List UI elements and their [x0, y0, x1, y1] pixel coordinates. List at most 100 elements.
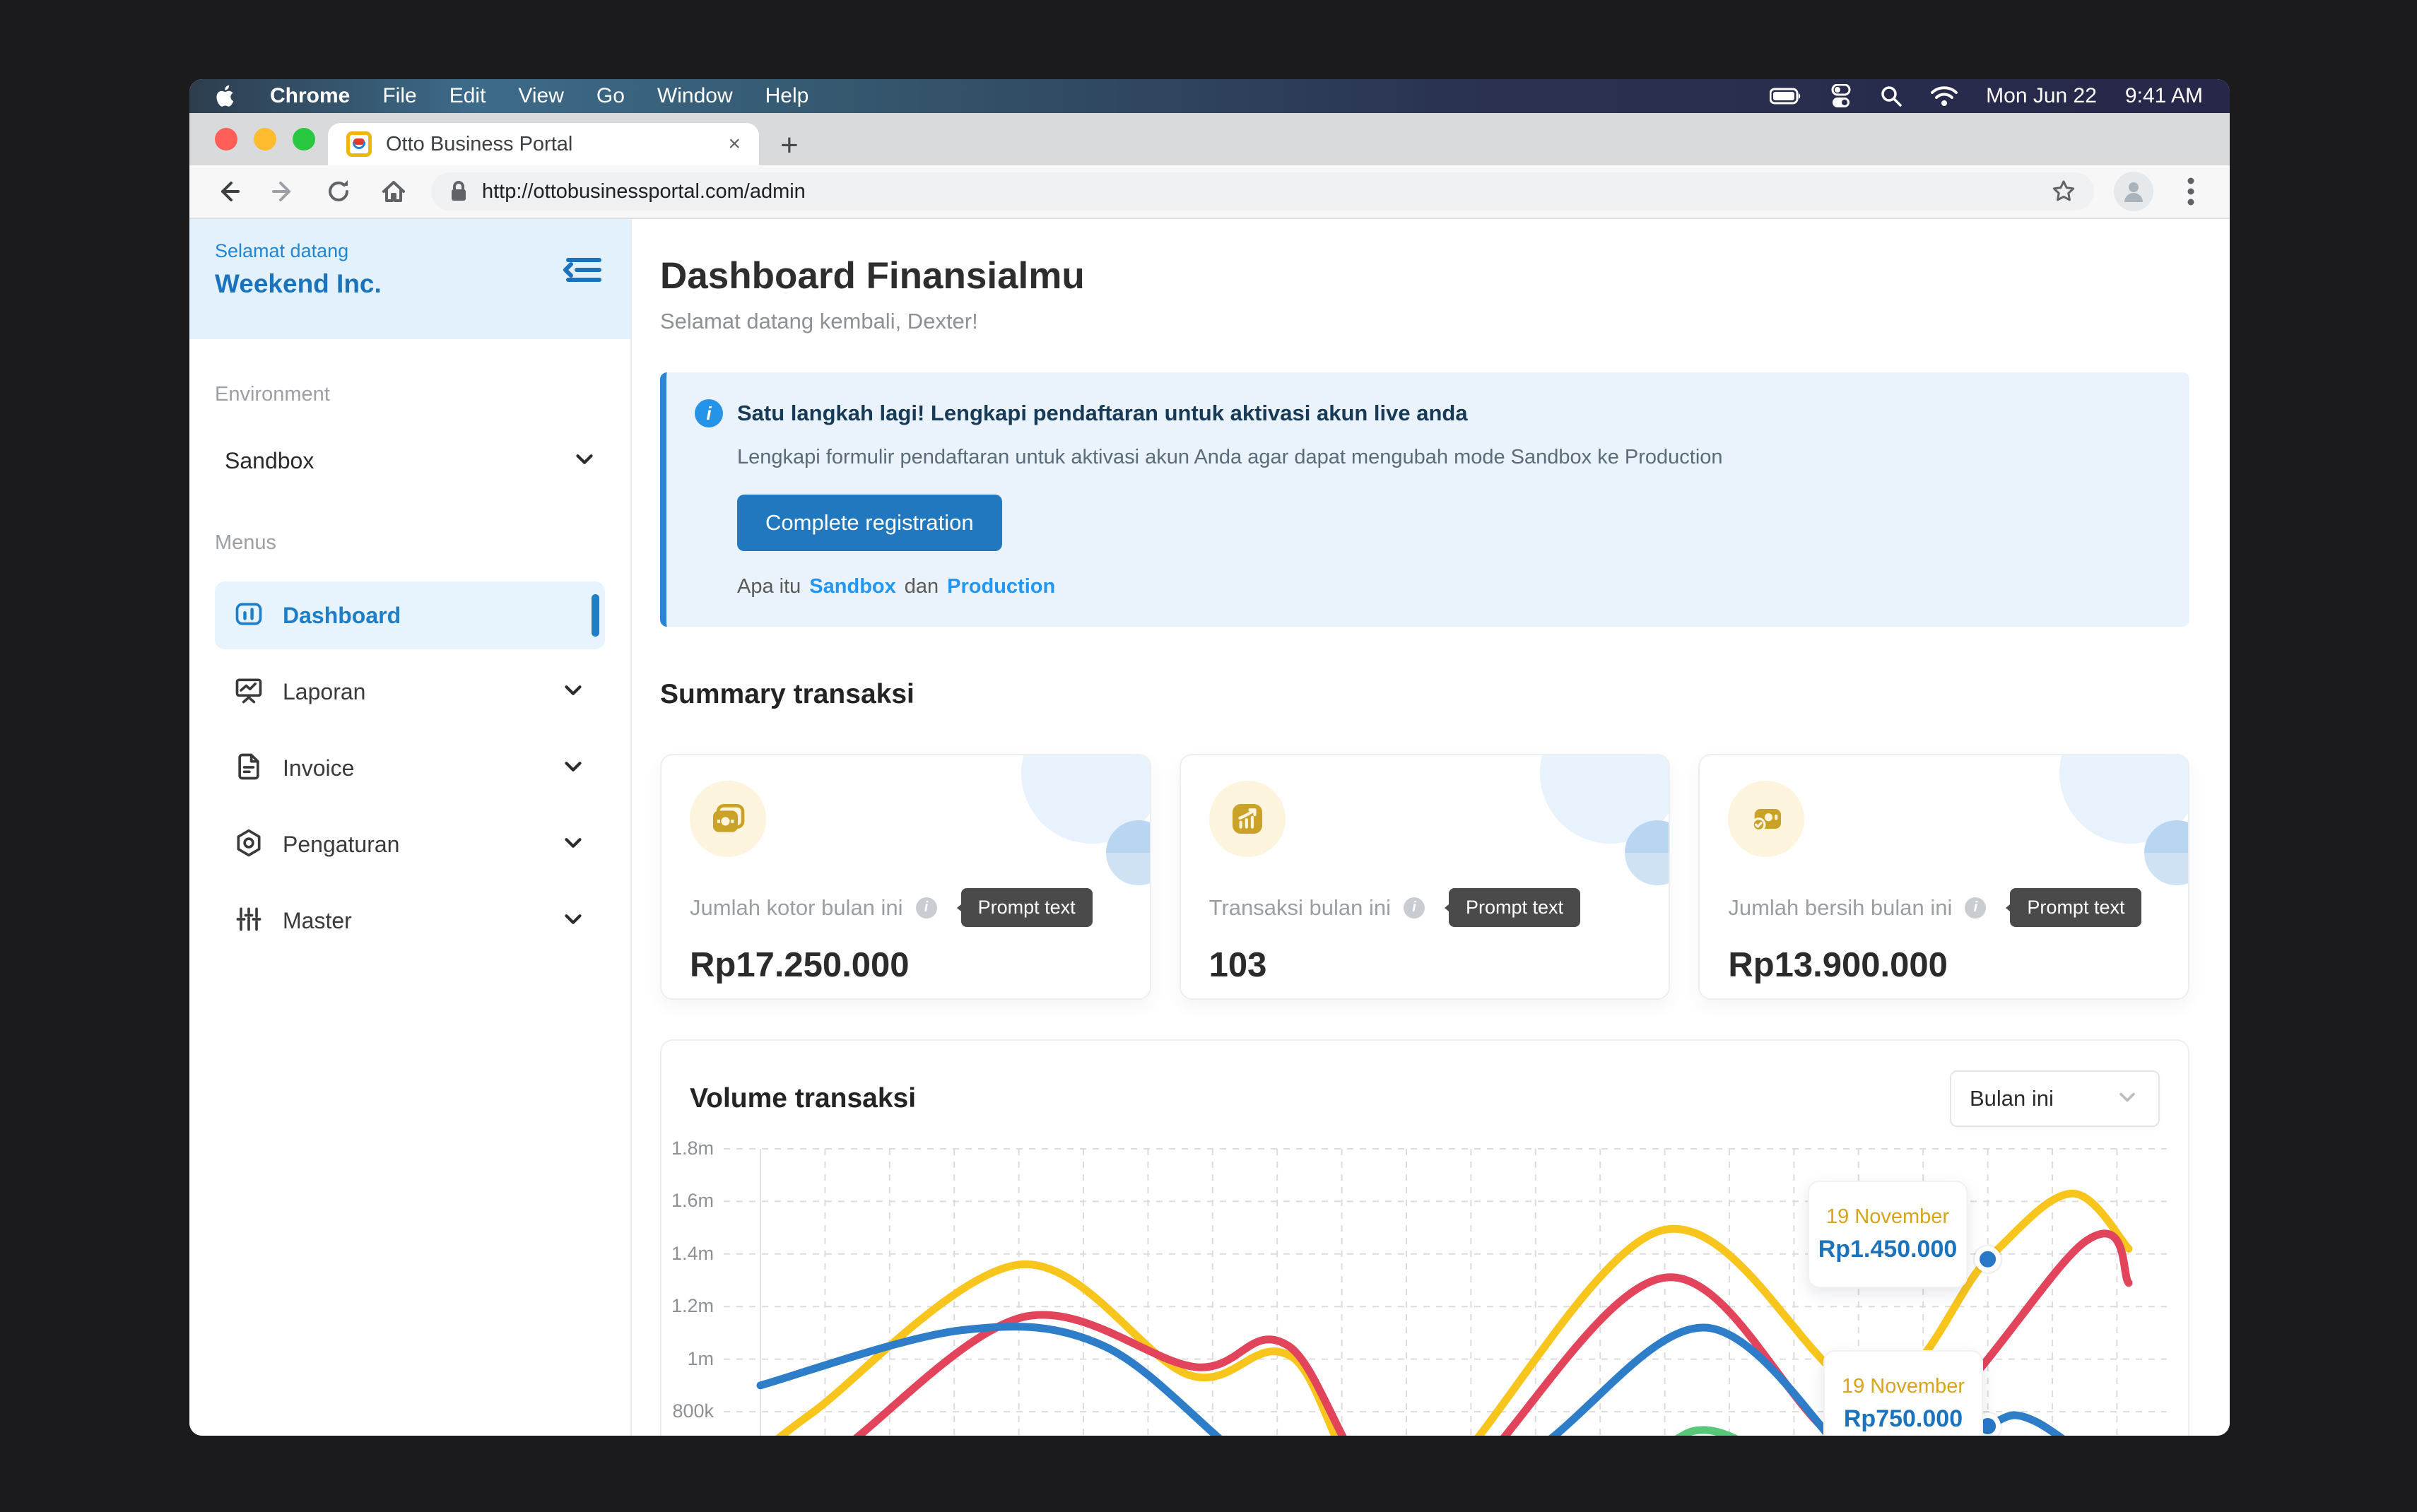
- master-icon: [233, 904, 264, 938]
- production-link[interactable]: Production: [947, 575, 1055, 598]
- menu-view[interactable]: View: [518, 84, 563, 108]
- lock-icon: [449, 180, 468, 203]
- tab-close-icon[interactable]: ×: [728, 132, 741, 156]
- y-tick-label: 1.2m: [661, 1295, 714, 1317]
- menu-go[interactable]: Go: [596, 84, 625, 108]
- main-content: Dashboard Finansialmu Selamat datang kem…: [632, 219, 2230, 1436]
- tooltip-value: Rp1.450.000: [1818, 1236, 1958, 1263]
- tooltip-date: 19 November: [1826, 1205, 1949, 1229]
- card-value: 103: [1209, 945, 1641, 985]
- macos-menu-bar: Chrome File Edit View Go Window Help: [189, 79, 2230, 113]
- active-indicator: [592, 594, 599, 637]
- y-tick-label: 1.6m: [661, 1190, 714, 1212]
- reload-icon[interactable]: [321, 174, 356, 209]
- browser-tab[interactable]: Otto Business Portal ×: [328, 123, 759, 165]
- chevron-down-icon: [571, 446, 598, 476]
- menu-edit[interactable]: Edit: [449, 84, 486, 108]
- sidebar-item-invoice[interactable]: Invoice: [215, 734, 605, 802]
- dashboard-icon: [233, 598, 264, 633]
- chart-tooltip: 19 November Rp1.450.000: [1808, 1181, 1968, 1288]
- y-tick-label: 1.4m: [661, 1243, 714, 1265]
- period-dropdown[interactable]: Bulan ini: [1950, 1070, 2160, 1127]
- banknote-icon: [690, 781, 766, 857]
- y-axis-labels: 1.8m1.6m1.4m1.2m1m800k600k: [661, 1041, 714, 1436]
- tooltip-date: 19 November: [1842, 1375, 1965, 1398]
- summary-heading: Summary transaksi: [660, 679, 2189, 710]
- y-tick-label: 800k: [661, 1400, 714, 1422]
- back-icon[interactable]: [211, 174, 246, 209]
- banner-footnote-prefix: Apa itu: [737, 575, 801, 598]
- summary-card-gross: Jumlah kotor bulan ini i Prompt text Rp1…: [660, 754, 1151, 1000]
- sidebar-item-dashboard[interactable]: Dashboard: [215, 581, 605, 649]
- home-icon[interactable]: [376, 174, 411, 209]
- search-icon[interactable]: [1880, 85, 1903, 107]
- sidebar-item-label: Pengaturan: [283, 832, 541, 858]
- sidebar-item-label: Dashboard: [283, 603, 587, 629]
- chevron-down-icon: [560, 677, 587, 707]
- complete-registration-button[interactable]: Complete registration: [737, 495, 1002, 551]
- minimize-window-button[interactable]: [254, 128, 276, 150]
- url-text[interactable]: http://ottobusinessportal.com/admin: [482, 180, 2037, 203]
- apple-logo-icon[interactable]: [216, 84, 237, 108]
- info-icon: i: [695, 399, 723, 427]
- wifi-icon[interactable]: [1931, 85, 1958, 107]
- money-check-icon: [1728, 781, 1804, 857]
- control-center-icon[interactable]: [1830, 84, 1852, 108]
- new-tab-button[interactable]: +: [780, 130, 799, 161]
- profile-avatar-icon[interactable]: [2114, 172, 2153, 211]
- prompt-tooltip: Prompt text: [2010, 888, 2141, 927]
- chevron-down-icon: [560, 753, 587, 784]
- collapse-sidebar-icon[interactable]: [563, 253, 602, 290]
- page-title: Dashboard Finansialmu: [660, 254, 2189, 297]
- info-icon[interactable]: i: [1965, 897, 1986, 919]
- invoice-icon: [233, 751, 264, 786]
- chevron-down-icon: [2115, 1085, 2140, 1114]
- menus-label: Menus: [215, 531, 605, 555]
- sidebar-header: Selamat datang Weekend Inc.: [189, 219, 630, 339]
- volume-chart-card: Volume transaksi Bulan ini 1.8m1.6m1.4m1…: [660, 1039, 2189, 1436]
- bookmark-star-icon[interactable]: [2052, 179, 2076, 203]
- y-tick-label: 1.8m: [661, 1138, 714, 1159]
- sandbox-link[interactable]: Sandbox: [809, 575, 895, 598]
- menu-help[interactable]: Help: [765, 84, 809, 108]
- menu-window[interactable]: Window: [657, 84, 733, 108]
- forward-icon[interactable]: [266, 174, 301, 209]
- info-icon[interactable]: i: [1404, 897, 1425, 919]
- sidebar-item-laporan[interactable]: Laporan: [215, 658, 605, 726]
- summary-card-transactions: Transaksi bulan ini i Prompt text 103: [1180, 754, 1671, 1000]
- otto-favicon-icon: [346, 131, 372, 157]
- menu-date[interactable]: Mon Jun 22: [1986, 84, 2097, 108]
- prompt-tooltip: Prompt text: [1449, 888, 1580, 927]
- environment-select[interactable]: Sandbox: [215, 446, 605, 476]
- summary-cards: Jumlah kotor bulan ini i Prompt text Rp1…: [660, 754, 2189, 1000]
- report-icon: [233, 675, 264, 709]
- zoom-window-button[interactable]: [293, 128, 315, 150]
- desktop: Chrome File Edit View Go Window Help: [0, 0, 2417, 1512]
- card-value: Rp13.900.000: [1728, 945, 2160, 985]
- sidebar-item-master[interactable]: Master: [215, 887, 605, 955]
- mac-screen: Chrome File Edit View Go Window Help: [189, 79, 2230, 1436]
- browser-menu-icon[interactable]: [2173, 174, 2209, 209]
- y-tick-label: 1m: [661, 1348, 714, 1370]
- card-label: Transaksi bulan ini: [1209, 895, 1391, 921]
- menu-app-name[interactable]: Chrome: [270, 84, 350, 108]
- browser-toolbar: http://ottobusinessportal.com/admin: [189, 165, 2230, 219]
- menu-list: Dashboard Laporan: [215, 581, 605, 955]
- menu-file[interactable]: File: [382, 84, 416, 108]
- registration-banner: i Satu langkah lagi! Lengkapi pendaftara…: [660, 372, 2189, 627]
- card-label: Jumlah kotor bulan ini: [690, 895, 903, 921]
- card-label: Jumlah bersih bulan ini: [1728, 895, 1952, 921]
- sidebar-item-pengaturan[interactable]: Pengaturan: [215, 810, 605, 878]
- window-controls: [215, 128, 315, 150]
- battery-icon[interactable]: [1770, 88, 1802, 105]
- sidebar-item-label: Laporan: [283, 679, 541, 705]
- info-icon[interactable]: i: [916, 897, 937, 919]
- sidebar-item-label: Master: [283, 908, 541, 934]
- address-bar[interactable]: http://ottobusinessportal.com/admin: [431, 172, 2094, 211]
- app-area: Selamat datang Weekend Inc. Environment …: [189, 219, 2230, 1436]
- period-value: Bulan ini: [1970, 1086, 2054, 1111]
- tooltip-value: Rp750.000: [1844, 1405, 1963, 1433]
- close-window-button[interactable]: [215, 128, 237, 150]
- card-value: Rp17.250.000: [690, 945, 1122, 985]
- menu-time[interactable]: 9:41 AM: [2125, 84, 2203, 108]
